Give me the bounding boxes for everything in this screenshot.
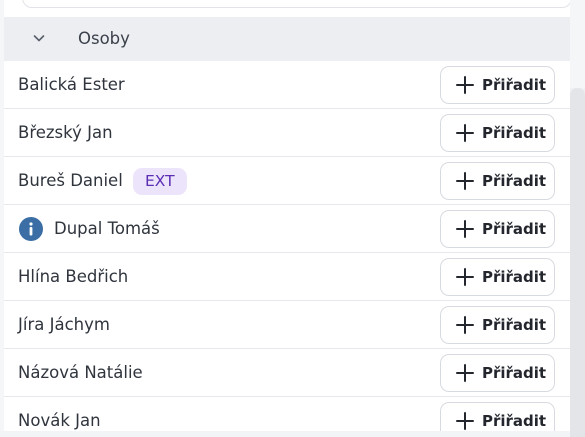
chevron-down-icon[interactable] [31,30,47,46]
assign-button[interactable]: Přiřadit [440,114,555,152]
plus-icon [456,316,474,334]
list-item: Hlína Bedřich Přiřadit [4,253,570,301]
assign-button-label: Přiřadit [482,172,547,190]
assign-button[interactable]: Přiřadit [440,210,555,248]
group-title: Osoby [78,29,130,48]
vertical-scrollbar[interactable] [570,88,585,437]
external-badge: EXT [133,168,187,195]
assign-button-label: Přiřadit [482,412,547,430]
plus-icon [456,364,474,382]
person-name: Hlína Bedřich [18,267,129,286]
group-header-osoby[interactable]: Osoby [4,17,570,61]
assign-button-label: Přiřadit [482,268,547,286]
assign-button[interactable]: Přiřadit [440,258,555,296]
info-icon[interactable] [19,217,43,241]
scrollbar-thumb[interactable] [570,88,585,437]
assign-button-label: Přiřadit [482,76,547,94]
person-name: Bureš Daniel [18,171,123,190]
person-name: Balická Ester [18,75,125,94]
assign-button[interactable]: Přiřadit [440,66,555,104]
assign-button-label: Přiřadit [482,124,547,142]
assign-button[interactable]: Přiřadit [440,162,555,200]
list-item: Názová Natálie Přiřadit [4,349,570,397]
person-name: Březský Jan [18,123,113,142]
list-item: Březský Jan Přiřadit [4,109,570,157]
list-item: Jíra Jáchym Přiřadit [4,301,570,349]
assign-button-label: Přiřadit [482,220,547,238]
list-bottom-edge [0,431,570,437]
person-name: Dupal Tomáš [54,219,160,238]
plus-icon [456,412,474,430]
person-name: Názová Natálie [18,363,143,382]
plus-icon [456,268,474,286]
plus-icon [456,76,474,94]
search-field-edge[interactable] [22,0,570,8]
assign-button-label: Přiřadit [482,364,547,382]
list-item: Bureš Daniel EXT Přiřadit [4,157,570,205]
assign-button-label: Přiřadit [482,316,547,334]
plus-icon [456,220,474,238]
list-item: Dupal Tomáš Přiřadit [4,205,570,253]
assign-button[interactable]: Přiřadit [440,354,555,392]
person-name: Jíra Jáchym [18,315,110,334]
plus-icon [456,124,474,142]
people-list-panel: Osoby Balická Ester Přiřadit Březský Jan Př… [4,0,570,437]
assign-button[interactable]: Přiřadit [440,306,555,344]
plus-icon [456,172,474,190]
list-item: Balická Ester Přiřadit [4,61,570,109]
people-assign-panel: Osoby Balická Ester Přiřadit Březský Jan Př… [0,0,585,437]
